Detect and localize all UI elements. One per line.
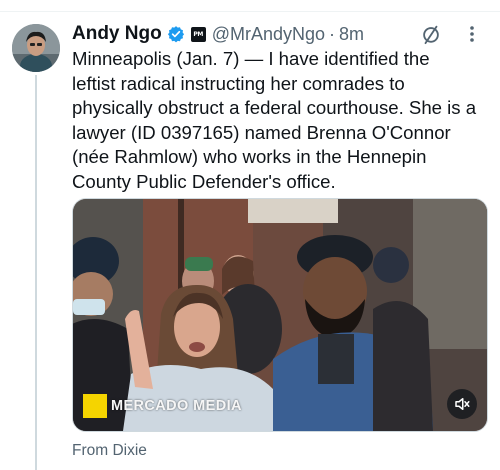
handle[interactable]: @MrAndyNgo [212, 24, 325, 45]
tweet-header: Andy Ngo PM @MrAndyNgo · 8m [72, 22, 490, 46]
volume-muted-icon [455, 398, 470, 410]
thread-line [35, 75, 37, 470]
top-divider [0, 11, 500, 12]
watermark-text: MERCADO MEDIA [111, 398, 242, 414]
tweet-text: Minneapolis (Jan. 7) — I have identified… [72, 48, 477, 192]
affiliate-badge-icon[interactable]: PM [190, 26, 206, 42]
tweet-video[interactable]: MERCADO MEDIA [72, 198, 488, 432]
tweet-screen: Andy Ngo PM @MrAndyNgo · 8m Minneapolis … [0, 0, 500, 470]
mute-conversation-icon[interactable] [420, 23, 442, 45]
watermark-logo [83, 394, 107, 418]
video-watermark: MERCADO MEDIA [83, 394, 242, 418]
separator-dot: · [329, 23, 336, 44]
display-name[interactable]: Andy Ngo [72, 23, 162, 45]
avatar[interactable] [12, 24, 60, 72]
video-source-note: From Dixie [72, 442, 147, 459]
more-options-icon[interactable] [462, 24, 482, 44]
timestamp[interactable]: 8m [339, 24, 364, 45]
verified-badge-icon [167, 26, 184, 43]
volume-toggle-button[interactable] [447, 389, 477, 419]
